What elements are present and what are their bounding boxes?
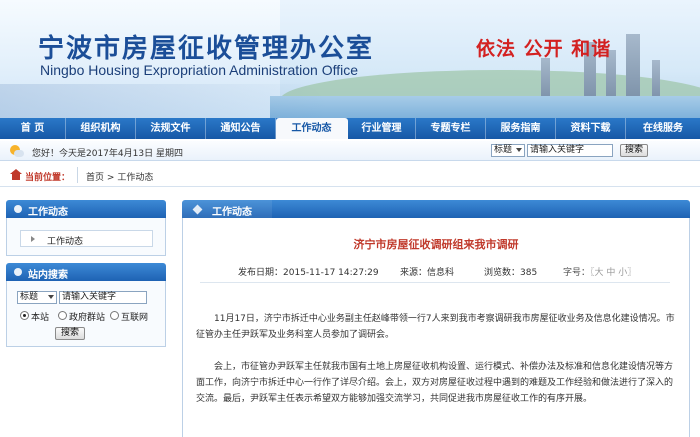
- home-icon: [10, 169, 22, 180]
- nav-item-regulations[interactable]: 法规文件: [136, 118, 206, 139]
- font-size-control: 字号：〖大 中 小〗: [563, 265, 636, 278]
- weather-icon: [10, 145, 24, 157]
- site-search-button[interactable]: 搜索: [55, 327, 85, 340]
- site-search-header: 站内搜索: [6, 263, 166, 281]
- site-slogan: 依法 公开 和谐: [476, 38, 612, 60]
- breadcrumb-path: 首页 > 工作动态: [86, 170, 153, 183]
- article-source-label: 来源：: [400, 268, 428, 278]
- main-nav: 首 页 组织机构 法规文件 通知公告 工作动态 行业管理 专题专栏 服务指南 资…: [0, 118, 700, 139]
- article-date-label: 发布日期：: [238, 268, 284, 278]
- sidebar-item-work-news[interactable]: 工作动态: [20, 230, 153, 247]
- breadcrumb: 当前位置： 首页 > 工作动态: [0, 163, 700, 187]
- search-scope-select[interactable]: 标题: [491, 144, 525, 157]
- article-divider: [200, 282, 670, 283]
- breadcrumb-separator: >: [106, 173, 115, 183]
- chevron-down-icon: [48, 295, 54, 299]
- article-date: 发布日期：2015-11-17 14:27:29: [238, 265, 379, 278]
- font-size-options[interactable]: 〖大 中 小〗: [590, 268, 636, 278]
- search-input[interactable]: 请输入关键字: [527, 144, 613, 157]
- sidebar-section-header: 工作动态: [6, 200, 166, 218]
- chevron-down-icon: [516, 148, 522, 152]
- search-button[interactable]: 搜索: [620, 144, 648, 157]
- nav-item-organization[interactable]: 组织机构: [66, 118, 136, 139]
- site-title-english: Ningbo Housing Expropriation Administrat…: [40, 62, 359, 78]
- main-section-header: 工作动态: [182, 200, 690, 218]
- font-size-label: 字号：: [563, 268, 591, 278]
- breadcrumb-current: 工作动态: [117, 173, 154, 183]
- site-search-scope-value: 标题: [20, 292, 39, 302]
- nav-item-industry[interactable]: 行业管理: [348, 118, 416, 139]
- article-views-label: 浏览数：: [484, 268, 521, 278]
- sidebar-item-label: 工作动态: [47, 237, 84, 247]
- radio-internet[interactable]: [110, 311, 119, 320]
- radio-gov-sites[interactable]: [58, 311, 67, 320]
- article-title: 济宁市房屋征收调研组来我市调研: [353, 238, 519, 251]
- nav-item-work-news[interactable]: 工作动态: [276, 118, 348, 139]
- nav-item-topics[interactable]: 专题专栏: [416, 118, 486, 139]
- article-views-value: 385: [520, 268, 538, 278]
- breadcrumb-divider: [77, 167, 78, 183]
- sidebar-section-title: 工作动态: [28, 207, 68, 218]
- banner-swoosh: [0, 84, 330, 118]
- main-section-title: 工作动态: [212, 207, 252, 218]
- greeting-text: 您好！今天是2017年4月13日 星期四: [32, 149, 183, 159]
- site-banner: 宁波市房屋征收管理办公室 Ningbo Housing Expropriatio…: [0, 0, 700, 118]
- radio-internet-label: 互联网: [121, 313, 149, 323]
- breadcrumb-home-link[interactable]: 首页: [86, 173, 104, 183]
- info-bar: 您好！今天是2017年4月13日 星期四 标题 请输入关键字 搜索: [0, 141, 700, 161]
- article-paragraph: 11月17日，济宁市拆迁中心业务副主任赵峰带领一行7人来到我市考察调研我市房屋征…: [196, 314, 675, 340]
- banner-river: [270, 96, 700, 118]
- search-scope-value: 标题: [494, 145, 513, 155]
- article-source-value: 信息科: [427, 268, 455, 278]
- site-title: 宁波市房屋征收管理办公室: [38, 34, 375, 64]
- radio-gov-sites-label: 政府群站: [69, 313, 106, 323]
- radio-this-site[interactable]: [20, 311, 29, 320]
- nav-item-service-guide[interactable]: 服务指南: [486, 118, 556, 139]
- search-icon: [14, 268, 22, 276]
- radio-this-site-label: 本站: [31, 313, 50, 323]
- article-views: 浏览数：385: [484, 265, 537, 278]
- section-bullet-icon: [14, 205, 22, 213]
- breadcrumb-label: 当前位置：: [25, 173, 71, 183]
- arrow-right-icon: [31, 236, 35, 242]
- site-search-title: 站内搜索: [28, 270, 68, 281]
- site-search-input[interactable]: 请输入关键字: [59, 291, 147, 304]
- nav-item-downloads[interactable]: 资料下载: [556, 118, 626, 139]
- banner-building: [626, 34, 640, 98]
- banner-building: [541, 58, 550, 98]
- site-search-scope-select[interactable]: 标题: [17, 291, 57, 304]
- article-date-value: 2015-11-17 14:27:29: [283, 268, 379, 278]
- article-paragraph: 会上，市征管办尹跃军主任就我市国有土地上房屋征收机构设置、运行模式、补偿办法及标…: [196, 362, 674, 404]
- article-source: 来源：信息科: [400, 265, 454, 278]
- nav-item-notices[interactable]: 通知公告: [206, 118, 276, 139]
- banner-building: [652, 60, 660, 98]
- nav-item-online-service[interactable]: 在线服务: [626, 118, 700, 139]
- nav-item-home[interactable]: 首 页: [0, 118, 66, 139]
